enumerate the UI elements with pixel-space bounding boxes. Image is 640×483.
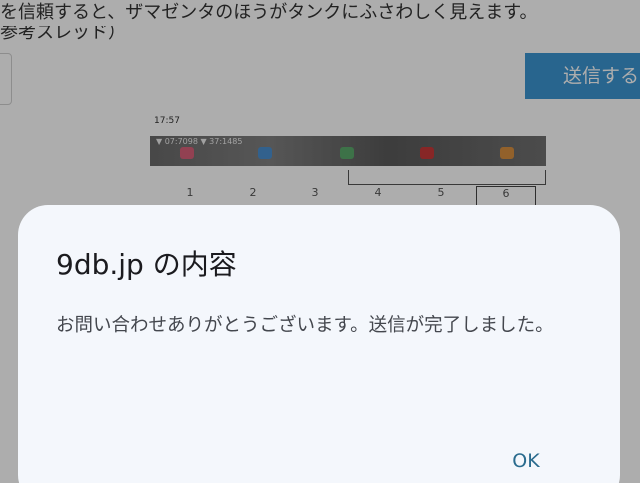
dialog-message: お問い合わせありがとうございます。送信が完了しました。: [56, 315, 554, 336]
ok-button[interactable]: OK: [494, 441, 558, 481]
screen: を信頼すると、ザマゼンタのほうがタンクにふさわしく見えます。 参考スレッド） 送…: [0, 0, 640, 483]
dialog-title: 9db.jp の内容: [56, 248, 237, 281]
alert-dialog: 9db.jp の内容 お問い合わせありがとうございます。送信が完了しました。 O…: [18, 205, 620, 483]
